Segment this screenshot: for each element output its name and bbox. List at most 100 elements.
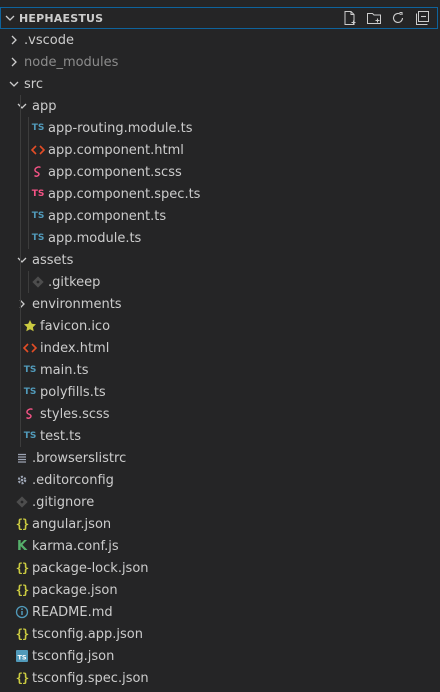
scss-icon	[30, 164, 46, 180]
explorer-actions	[341, 9, 431, 27]
json-icon: {}	[15, 517, 29, 531]
git-icon	[30, 274, 46, 290]
indent-guide	[20, 95, 21, 117]
tree-folder-src[interactable]: src	[0, 73, 440, 95]
tree-item-label: package.json	[32, 582, 118, 598]
tree-file-tsconfig-spec-json[interactable]: {} tsconfig.spec.json	[0, 667, 440, 689]
tree-item-label: polyfills.ts	[40, 384, 106, 400]
tree-folder-node-modules[interactable]: node_modules	[0, 51, 440, 73]
tree-item-label: assets	[32, 252, 74, 268]
indent-guide	[20, 315, 21, 337]
indent-guide	[20, 161, 21, 183]
tree-folder-app[interactable]: app	[0, 95, 440, 117]
tree-folder-environments[interactable]: environments	[0, 293, 440, 315]
tree-item-label: src	[24, 76, 43, 92]
tree-file-app-component-spec-ts[interactable]: TS app.component.spec.ts	[0, 183, 440, 205]
tree-file-readme-md[interactable]: README.md	[0, 601, 440, 623]
tree-file-app-component-html[interactable]: app.component.html	[0, 139, 440, 161]
tree-file-app-routing-module-ts[interactable]: TS app-routing.module.ts	[0, 117, 440, 139]
indent-guide	[20, 359, 21, 381]
chevron-down-icon[interactable]	[1, 12, 19, 24]
git-icon	[14, 494, 30, 510]
tree-item-label: package-lock.json	[32, 560, 149, 576]
tree-file-package-lock-json[interactable]: {} package-lock.json	[0, 557, 440, 579]
collapse-all-icon[interactable]	[413, 9, 431, 27]
tree-item-label: .gitkeep	[48, 274, 101, 290]
tree-file-angular-json[interactable]: {} angular.json	[0, 513, 440, 535]
tree-folder-vscode[interactable]: .vscode	[0, 29, 440, 51]
tree-file-app-module-ts[interactable]: TS app.module.ts	[0, 227, 440, 249]
typescript-icon: TS	[23, 387, 37, 397]
list-lines-icon	[14, 450, 30, 466]
explorer-title: HEPHAESTUS	[19, 11, 104, 25]
tree-item-label: karma.conf.js	[32, 538, 119, 554]
tree-item-label: README.md	[32, 604, 113, 620]
json-icon: {}	[15, 561, 29, 575]
tree-file-tsconfig-app-json[interactable]: {} tsconfig.app.json	[0, 623, 440, 645]
tree-file-app-component-ts[interactable]: TS app.component.ts	[0, 205, 440, 227]
tree-item-label: environments	[32, 296, 122, 312]
tree-item-label: app	[32, 98, 57, 114]
tsconfig-icon: TS	[14, 648, 30, 664]
tree-item-label: app.component.html	[48, 142, 184, 158]
indent-guide	[20, 183, 21, 205]
json-icon: {}	[15, 583, 29, 597]
new-folder-icon[interactable]	[365, 9, 383, 27]
indent-guide	[20, 403, 21, 425]
tree-item-label: .gitignore	[32, 494, 95, 510]
chevron-right-icon[interactable]	[6, 54, 22, 70]
typescript-icon: TS	[31, 211, 45, 221]
typescript-icon: TS	[23, 365, 37, 375]
json-icon: {}	[15, 627, 29, 641]
indent-guide	[28, 161, 29, 183]
tree-file-gitignore[interactable]: .gitignore	[0, 491, 440, 513]
gear-icon	[14, 472, 30, 488]
tree-item-label: .browserslistrc	[32, 450, 127, 466]
file-tree: .vscode node_modules src app TS app-routing.m…	[0, 29, 440, 689]
explorer-panel: HEPHAESTUS .vscode node_modules src app TS ap…	[0, 0, 440, 692]
svg-text:TS: TS	[17, 654, 26, 662]
new-file-icon[interactable]	[341, 9, 359, 27]
tree-item-label: styles.scss	[40, 406, 110, 422]
tree-file-index-html[interactable]: index.html	[0, 337, 440, 359]
chevron-right-icon[interactable]	[14, 296, 30, 312]
star-icon	[22, 318, 38, 334]
chevron-down-icon[interactable]	[14, 98, 30, 114]
typescript-icon: TS	[31, 233, 45, 243]
json-icon: {}	[15, 671, 29, 685]
tree-file-polyfills-ts[interactable]: TS polyfills.ts	[0, 381, 440, 403]
tree-item-label: app-routing.module.ts	[48, 120, 193, 136]
tree-item-label: .vscode	[24, 32, 74, 48]
tree-item-label: node_modules	[24, 54, 119, 70]
tree-item-label: main.ts	[40, 362, 89, 378]
tree-item-label: angular.json	[32, 516, 112, 532]
tree-file-editorconfig[interactable]: .editorconfig	[0, 469, 440, 491]
tree-item-label: app.component.spec.ts	[48, 186, 201, 202]
tree-file-styles-scss[interactable]: styles.scss	[0, 403, 440, 425]
tree-file-package-json[interactable]: {} package.json	[0, 579, 440, 601]
typescript-spec-icon: TS	[31, 189, 45, 199]
indent-guide	[20, 227, 21, 249]
chevron-down-icon[interactable]	[14, 252, 30, 268]
tree-file-gitkeep[interactable]: .gitkeep	[0, 271, 440, 293]
tree-file-app-component-scss[interactable]: app.component.scss	[0, 161, 440, 183]
tree-item-label: tsconfig.spec.json	[32, 670, 149, 686]
tree-file-main-ts[interactable]: TS main.ts	[0, 359, 440, 381]
indent-guide	[28, 139, 29, 161]
tree-file-karma-conf-js[interactable]: Kkarma.conf.js	[0, 535, 440, 557]
indent-guide	[20, 139, 21, 161]
indent-guide	[20, 425, 21, 447]
tree-file-test-ts[interactable]: TS test.ts	[0, 425, 440, 447]
tree-file-tsconfig-json[interactable]: TS tsconfig.json	[0, 645, 440, 667]
chevron-down-icon[interactable]	[6, 76, 22, 92]
indent-guide	[20, 381, 21, 403]
tree-file-favicon-ico[interactable]: favicon.ico	[0, 315, 440, 337]
indent-guide	[28, 205, 29, 227]
chevron-right-icon[interactable]	[6, 32, 22, 48]
tree-folder-assets[interactable]: assets	[0, 249, 440, 271]
refresh-icon[interactable]	[389, 9, 407, 27]
explorer-header[interactable]: HEPHAESTUS	[0, 7, 438, 29]
scss-icon	[22, 406, 38, 422]
tree-file-browserslistrc[interactable]: .browserslistrc	[0, 447, 440, 469]
indent-guide	[20, 249, 21, 271]
